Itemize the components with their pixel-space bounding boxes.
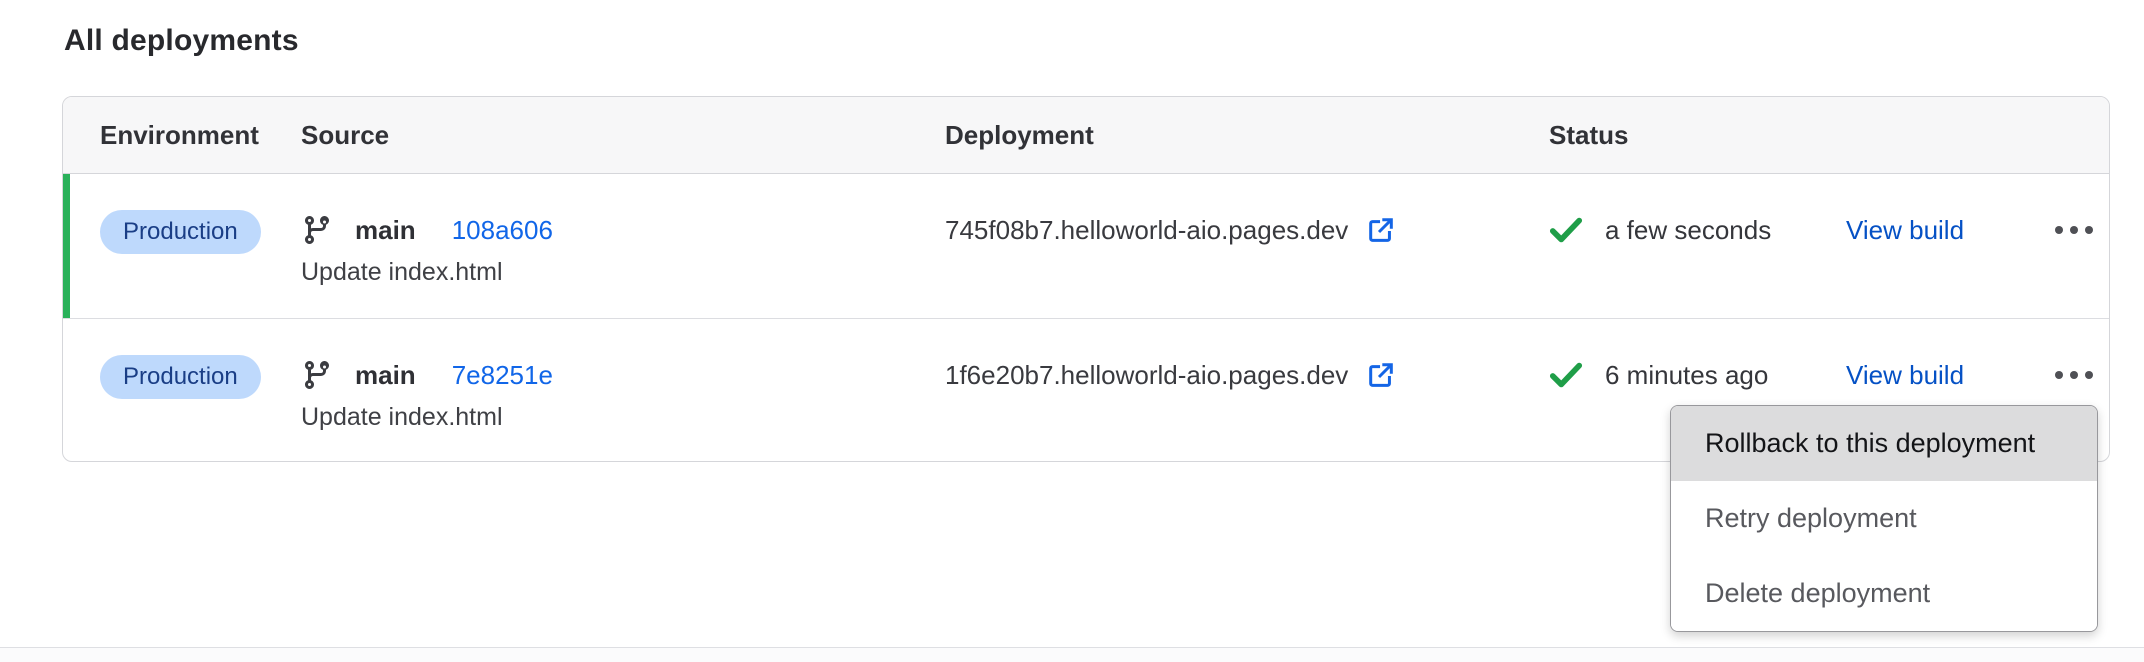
check-icon bbox=[1549, 216, 1583, 244]
environment-cell: Production bbox=[100, 174, 301, 318]
deployment-row: Production main 108a606 Update index.htm… bbox=[63, 174, 2109, 319]
deployment-actions-menu: Rollback to this deployment Retry deploy… bbox=[1670, 405, 2098, 632]
menu-item-delete[interactable]: Delete deployment bbox=[1671, 556, 2097, 631]
deployment-url: 1f6e20b7.helloworld-aio.pages.dev bbox=[945, 360, 1348, 391]
source-cell: main 7e8251e Update index.html bbox=[301, 319, 945, 463]
column-header-deployment: Deployment bbox=[945, 120, 1549, 151]
page-bottom-divider bbox=[0, 647, 2144, 662]
external-link-icon[interactable] bbox=[1366, 215, 1396, 245]
git-branch-icon bbox=[301, 359, 333, 391]
column-header-status: Status bbox=[1549, 120, 2109, 151]
row-actions-menu-button[interactable] bbox=[2051, 363, 2097, 387]
commit-message: Update index.html bbox=[301, 403, 945, 432]
view-build-link[interactable]: View build bbox=[1846, 215, 2051, 246]
row-actions-menu-button[interactable] bbox=[2051, 218, 2097, 242]
environment-cell: Production bbox=[100, 319, 301, 463]
commit-link[interactable]: 7e8251e bbox=[452, 360, 553, 391]
deployment-time: a few seconds bbox=[1605, 215, 1771, 246]
commit-link[interactable]: 108a606 bbox=[452, 215, 553, 246]
branch-name: main bbox=[355, 360, 416, 391]
source-cell: main 108a606 Update index.html bbox=[301, 174, 945, 318]
environment-badge: Production bbox=[100, 355, 261, 399]
current-deployment-indicator bbox=[63, 174, 70, 318]
external-link-icon[interactable] bbox=[1366, 360, 1396, 390]
deployment-cell: 745f08b7.helloworld-aio.pages.dev bbox=[945, 210, 1549, 250]
column-header-environment: Environment bbox=[100, 120, 301, 151]
branch-name: main bbox=[355, 215, 416, 246]
view-build-link[interactable]: View build bbox=[1846, 360, 2051, 391]
table-header-row: Environment Source Deployment Status bbox=[63, 97, 2109, 174]
deployment-url: 745f08b7.helloworld-aio.pages.dev bbox=[945, 215, 1348, 246]
menu-item-retry[interactable]: Retry deployment bbox=[1671, 481, 2097, 556]
deployment-cell: 1f6e20b7.helloworld-aio.pages.dev bbox=[945, 355, 1549, 395]
deployment-time: 6 minutes ago bbox=[1605, 360, 1768, 391]
menu-item-rollback[interactable]: Rollback to this deployment bbox=[1671, 406, 2097, 481]
commit-message: Update index.html bbox=[301, 258, 945, 287]
column-header-source: Source bbox=[301, 120, 945, 151]
git-branch-icon bbox=[301, 214, 333, 246]
page-title: All deployments bbox=[64, 24, 299, 58]
check-icon bbox=[1549, 361, 1583, 389]
status-cell: a few seconds View build bbox=[1549, 210, 2109, 250]
status-cell: 6 minutes ago View build bbox=[1549, 355, 2109, 395]
environment-badge: Production bbox=[100, 210, 261, 254]
